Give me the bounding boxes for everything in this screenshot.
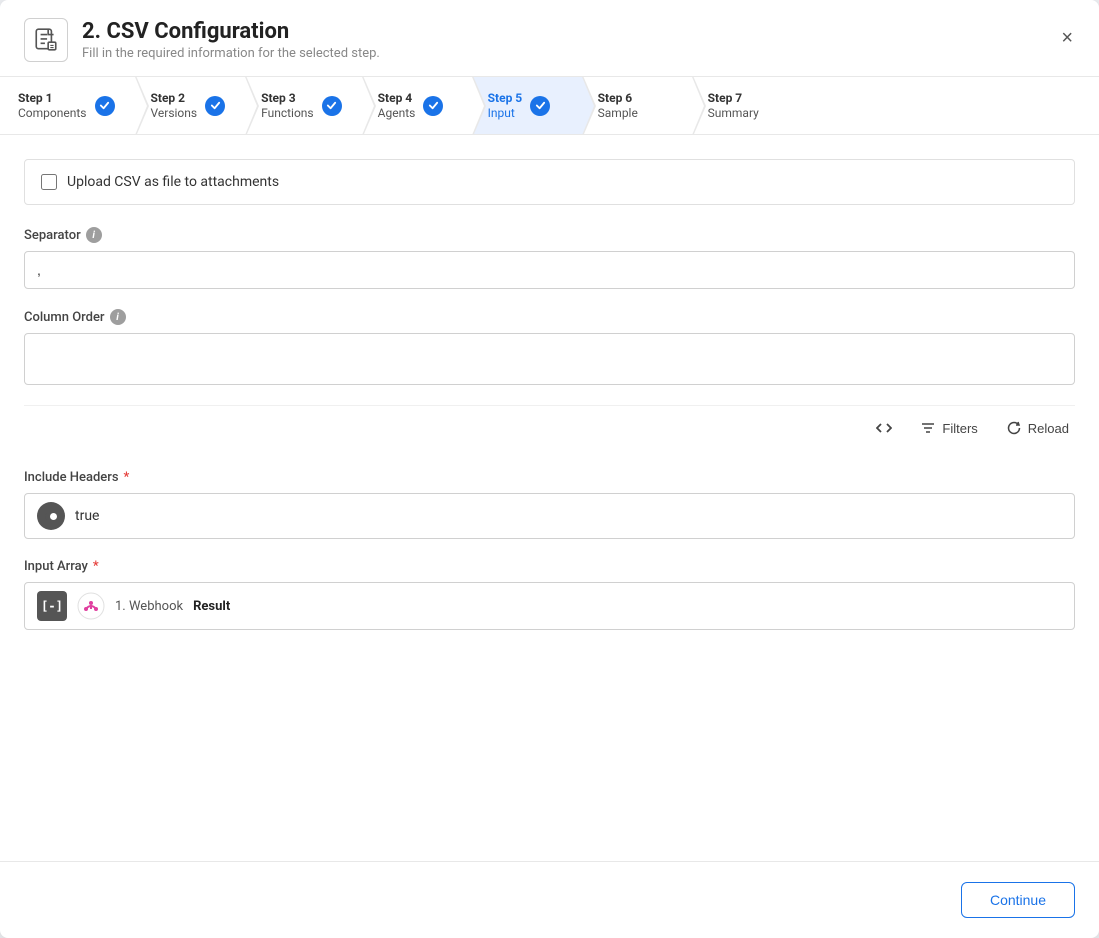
step-5-label: Step 5	[488, 91, 523, 105]
step-3-sublabel: Functions	[261, 106, 314, 120]
separator-input[interactable]	[24, 251, 1075, 289]
input-array-input-row: [-] 1. Webhook Result	[24, 582, 1075, 630]
input-array-label: Input Array	[24, 559, 88, 574]
input-array-required: *	[93, 559, 99, 574]
column-order-section: Column Order i	[24, 309, 1075, 385]
step-4[interactable]: Step 4 Agents	[360, 77, 470, 134]
upload-csv-checkbox[interactable]	[41, 174, 57, 190]
step-6-sublabel: Sample	[598, 106, 638, 120]
step-3-check	[322, 96, 342, 116]
step-3[interactable]: Step 3 Functions	[243, 77, 360, 134]
upload-csv-label[interactable]: Upload CSV as file to attachments	[67, 174, 279, 190]
modal-subtitle: Fill in the required information for the…	[82, 46, 380, 61]
code-toggle-button[interactable]	[870, 416, 898, 440]
step-1-sublabel: Components	[18, 106, 87, 120]
modal-container: 2. CSV Configuration Fill in the require…	[0, 0, 1099, 938]
modal-title: 2. CSV Configuration	[82, 19, 380, 44]
column-order-info-icon: i	[110, 309, 126, 325]
separator-label: Separator	[24, 228, 81, 243]
filters-icon	[920, 420, 936, 436]
upload-csv-row: Upload CSV as file to attachments	[24, 159, 1075, 205]
include-headers-label: Include Headers	[24, 470, 119, 485]
filters-label: Filters	[942, 421, 977, 436]
step-7[interactable]: Step 7 Summary	[690, 77, 800, 134]
include-headers-required: *	[124, 470, 130, 485]
reload-button[interactable]: Reload	[1000, 416, 1075, 440]
include-headers-value: true	[75, 508, 99, 524]
step-6[interactable]: Step 6 Sample	[580, 77, 690, 134]
webhook-icon	[77, 592, 105, 620]
close-button[interactable]: ×	[1057, 24, 1077, 52]
modal-footer: Continue	[0, 861, 1099, 938]
array-bracket-icon: [-]	[37, 591, 67, 621]
filters-button[interactable]: Filters	[914, 416, 983, 440]
separator-info-icon: i	[86, 227, 102, 243]
step-4-check	[423, 96, 443, 116]
separator-section: Separator i	[24, 227, 1075, 289]
step-2-sublabel: Versions	[151, 106, 198, 120]
reload-icon	[1006, 420, 1022, 436]
result-tag: Result	[193, 599, 230, 614]
webhook-name: 1. Webhook	[115, 599, 183, 614]
code-icon	[876, 420, 892, 436]
step-4-sublabel: Agents	[378, 106, 416, 120]
step-2-label: Step 2	[151, 91, 198, 105]
step-5-check	[530, 96, 550, 116]
csv-icon	[24, 18, 68, 62]
include-headers-section: Include Headers * true	[24, 470, 1075, 539]
modal-header: 2. CSV Configuration Fill in the require…	[0, 0, 1099, 77]
input-array-section: Input Array * [-] 1. Webhook Result	[24, 559, 1075, 630]
toggle-icon	[37, 502, 65, 530]
step-7-sublabel: Summary	[708, 106, 759, 120]
toolbar-row: Filters Reload	[24, 405, 1075, 450]
step-3-label: Step 3	[261, 91, 314, 105]
header-text: 2. CSV Configuration Fill in the require…	[82, 19, 380, 61]
step-6-label: Step 6	[598, 91, 638, 105]
steps-navigation: Step 1 Components Step 2 Versions Step 3…	[0, 77, 1099, 135]
modal-body: Upload CSV as file to attachments Separa…	[0, 135, 1099, 861]
column-order-input[interactable]	[24, 333, 1075, 385]
include-headers-input-row: true	[24, 493, 1075, 539]
step-1[interactable]: Step 1 Components	[0, 77, 133, 134]
step-4-label: Step 4	[378, 91, 416, 105]
column-order-label: Column Order	[24, 310, 105, 325]
step-5-sublabel: Input	[488, 106, 523, 120]
step-7-label: Step 7	[708, 91, 759, 105]
step-2-check	[205, 96, 225, 116]
continue-button[interactable]: Continue	[961, 882, 1075, 918]
step-2[interactable]: Step 2 Versions	[133, 77, 244, 134]
reload-label: Reload	[1028, 421, 1069, 436]
step-1-label: Step 1	[18, 91, 87, 105]
step-1-check	[95, 96, 115, 116]
step-5[interactable]: Step 5 Input	[470, 77, 580, 134]
